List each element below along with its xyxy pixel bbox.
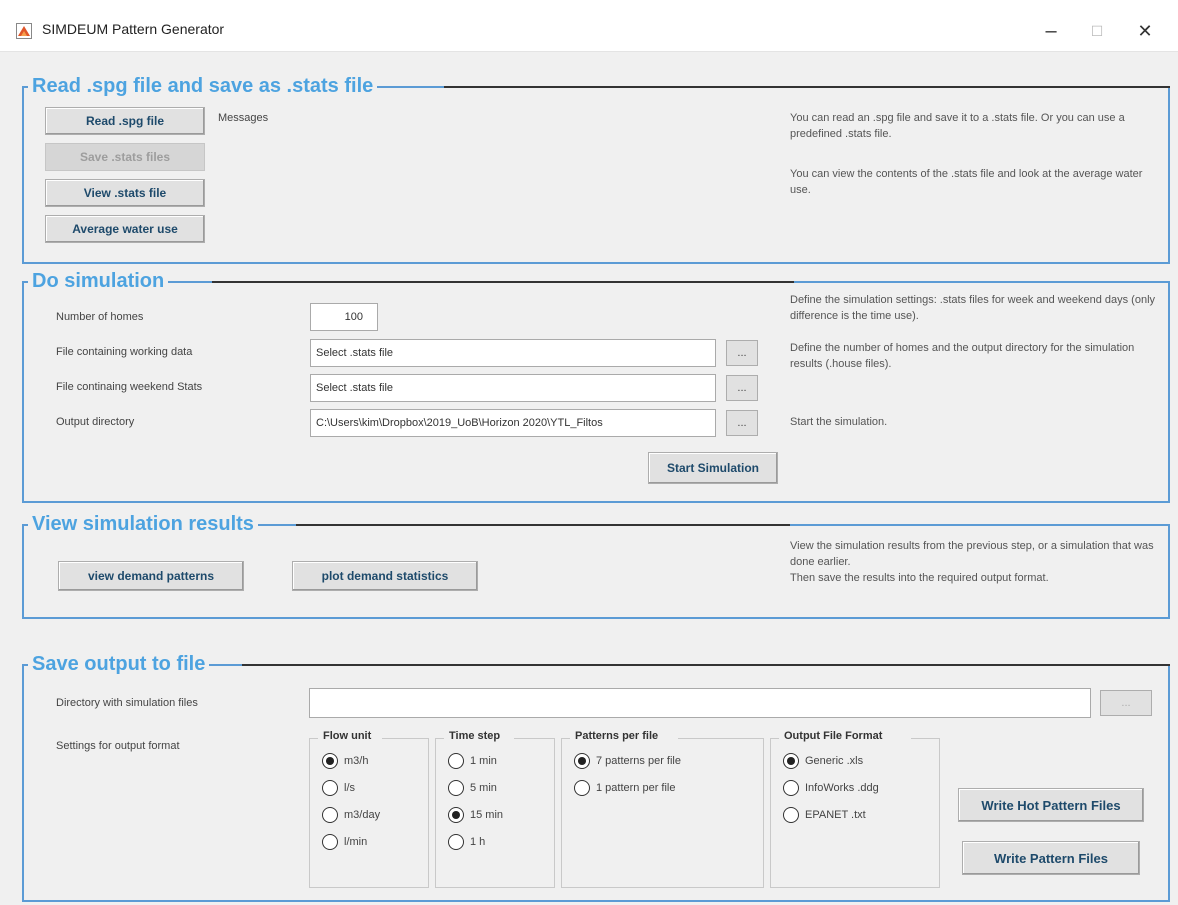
- divider: [242, 664, 1170, 666]
- working-data-label: File containing working data: [56, 346, 193, 358]
- radio-label: l/min: [344, 836, 368, 848]
- radio-label: 7 patterns per file: [596, 755, 681, 767]
- simulation-panel-title: Do simulation: [28, 270, 169, 292]
- browse-simulation-directory-button[interactable]: ...: [1100, 690, 1152, 716]
- close-button[interactable]: ✕: [1122, 14, 1168, 48]
- weekend-stats-label: File continaing weekend Stats: [56, 381, 203, 393]
- flow-unit-lmin-radio[interactable]: l/min: [322, 834, 367, 850]
- flow-unit-m3h-radio[interactable]: m3/h: [322, 753, 368, 769]
- radio-label: m3/h: [344, 755, 369, 767]
- results-panel-title: View simulation results: [28, 513, 258, 535]
- time-step-1h-radio[interactable]: 1 h: [448, 834, 485, 850]
- flow-unit-ls-radio[interactable]: l/s: [322, 780, 355, 796]
- browse-working-data-button[interactable]: ...: [726, 340, 758, 366]
- messages-label: Messages: [218, 112, 269, 124]
- divider: [212, 281, 794, 283]
- radio-label: InfoWorks .ddg: [805, 782, 879, 794]
- view-demand-patterns-button[interactable]: view demand patterns: [58, 561, 244, 591]
- read-spg-panel-title: Read .spg file and save as .stats file: [28, 75, 378, 97]
- divider: [911, 738, 940, 739]
- time-step-1min-radio[interactable]: 1 min: [448, 753, 497, 769]
- write-hot-pattern-files-button[interactable]: Write Hot Pattern Files: [958, 788, 1144, 822]
- radio-label: l/s: [344, 782, 355, 794]
- radio-label: Generic .xls: [805, 755, 864, 767]
- browse-weekend-stats-button[interactable]: ...: [726, 375, 758, 401]
- view-stats-button[interactable]: View .stats file: [45, 179, 205, 207]
- save-output-panel-title: Save output to file: [28, 653, 210, 675]
- radio-label: 1 h: [470, 836, 486, 848]
- browse-output-directory-button[interactable]: ...: [726, 410, 758, 436]
- radio-label: 5 min: [470, 782, 497, 794]
- divider: [514, 738, 555, 739]
- generic-xls-radio[interactable]: Generic .xls: [783, 753, 863, 769]
- results-info-text-1: View the simulation results from the pre…: [790, 540, 1154, 568]
- average-water-use-button[interactable]: Average water use: [45, 215, 205, 243]
- radio-label: 1 min: [470, 755, 497, 767]
- simulation-info-text-2: Define the number of homes and the outpu…: [790, 342, 1135, 370]
- radio-label: 1 pattern per file: [596, 782, 676, 794]
- window-title: SIMDEUM Pattern Generator: [42, 21, 225, 37]
- minimize-button[interactable]: –: [1028, 14, 1074, 48]
- read-info-text-1: You can read an .spg file and save it to…: [790, 112, 1125, 140]
- maximize-button[interactable]: ☐: [1074, 14, 1120, 48]
- save-stats-button[interactable]: Save .stats files: [45, 143, 205, 171]
- weekend-stats-file-input[interactable]: Select .stats file: [310, 374, 716, 402]
- read-spg-button[interactable]: Read .spg file: [45, 107, 205, 135]
- time-step-title: Time step: [446, 730, 504, 742]
- divider: [382, 738, 429, 739]
- seven-patterns-radio[interactable]: 7 patterns per file: [574, 753, 681, 769]
- homes-label: Number of homes: [56, 311, 144, 323]
- simulation-directory-input[interactable]: [309, 688, 1091, 718]
- time-step-5min-radio[interactable]: 5 min: [448, 780, 497, 796]
- flow-unit-m3day-radio[interactable]: m3/day: [322, 807, 380, 823]
- title-bar: SIMDEUM Pattern Generator – ☐ ✕: [0, 0, 1178, 52]
- radio-label: 15 min: [470, 809, 504, 821]
- plot-demand-statistics-button[interactable]: plot demand statistics: [292, 561, 478, 591]
- settings-label: Settings for output format: [56, 740, 180, 752]
- radio-label: EPANET .txt: [805, 809, 866, 821]
- time-step-15min-radio[interactable]: 15 min: [448, 807, 503, 823]
- divider: [444, 86, 1170, 88]
- read-info-text-2: You can view the contents of the .stats …: [790, 168, 1143, 196]
- divider: [296, 524, 790, 526]
- results-info-text-2: Then save the results into the required …: [790, 572, 1049, 584]
- simulation-info-text-3: Start the simulation.: [790, 416, 888, 428]
- flow-unit-title: Flow unit: [320, 730, 375, 742]
- directory-label: Directory with simulation files: [56, 697, 198, 709]
- number-of-homes-input[interactable]: 100: [310, 303, 378, 331]
- epanet-txt-radio[interactable]: EPANET .txt: [783, 807, 866, 823]
- start-simulation-button[interactable]: Start Simulation: [648, 452, 778, 484]
- simulation-info-text-1: Define the simulation settings: .stats f…: [790, 294, 1156, 322]
- file-format-title: Output File Format: [781, 730, 886, 742]
- app-icon: [16, 23, 32, 39]
- infoworks-ddg-radio[interactable]: InfoWorks .ddg: [783, 780, 879, 796]
- output-directory-input[interactable]: C:\Users\kim\Dropbox\2019_UoB\Horizon 20…: [310, 409, 716, 437]
- patterns-per-file-title: Patterns per file: [572, 730, 662, 742]
- divider: [678, 738, 764, 739]
- radio-label: m3/day: [344, 809, 381, 821]
- write-pattern-files-button[interactable]: Write Pattern Files: [962, 841, 1140, 875]
- working-data-file-input[interactable]: Select .stats file: [310, 339, 716, 367]
- output-directory-label: Output directory: [56, 416, 135, 428]
- one-pattern-radio[interactable]: 1 pattern per file: [574, 780, 676, 796]
